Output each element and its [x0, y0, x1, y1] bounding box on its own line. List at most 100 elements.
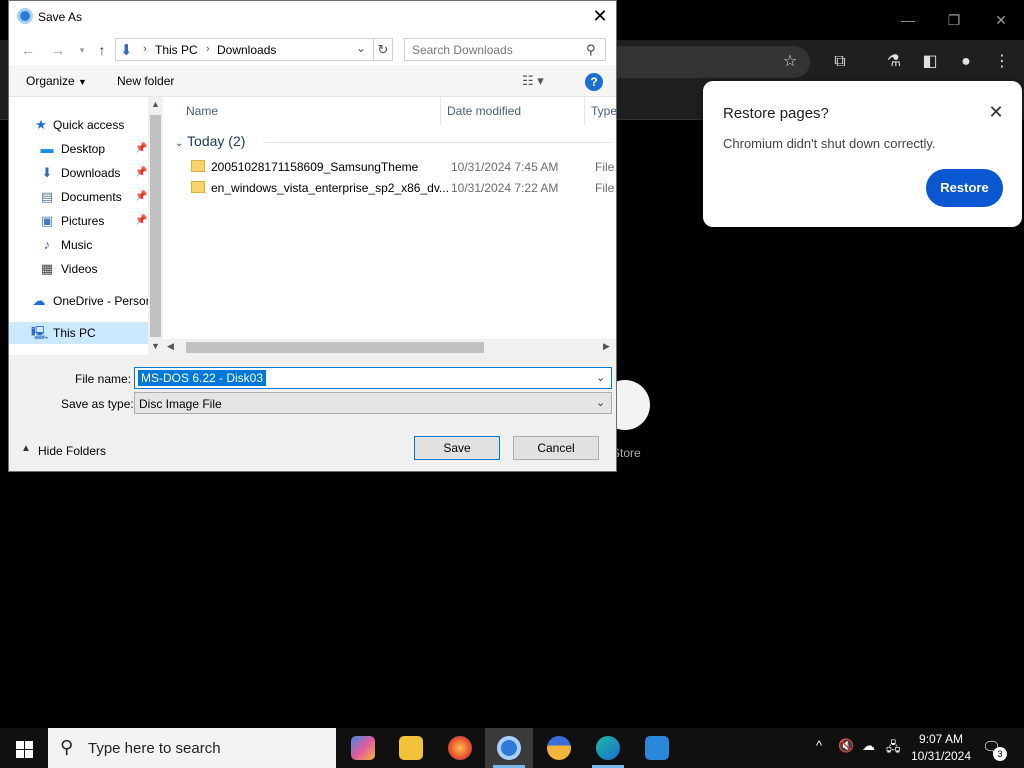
organize-label: Organize — [26, 74, 75, 88]
file-type: File fo — [595, 160, 616, 174]
chevron-right-icon[interactable]: › — [206, 43, 210, 55]
view-options-icon[interactable]: ☷ ▾ — [522, 73, 544, 89]
breadcrumb-downloads[interactable]: Downloads — [217, 43, 276, 57]
pin-icon[interactable]: 📌 — [135, 143, 147, 154]
nav-item-quick-access[interactable]: ★ Quick access — [9, 114, 148, 136]
chevron-up-icon[interactable]: ^ — [816, 738, 822, 753]
file-list-pane: Name Date modified Type ⌄ Today (2) 2005… — [163, 97, 617, 355]
chromium-icon — [17, 8, 33, 24]
file-name-value: MS-DOS 6.22 - Disk03 — [138, 370, 267, 386]
chevron-down-icon[interactable]: ⌄ — [596, 371, 605, 384]
labs-flask-icon[interactable]: ⚗ — [882, 50, 906, 74]
network-icon[interactable]: 🖧 — [886, 738, 901, 760]
nav-item-desktop[interactable]: ▬ Desktop 📌 — [9, 138, 148, 160]
close-icon[interactable]: ✕ — [587, 5, 613, 29]
up-arrow-icon[interactable]: ↑ — [93, 41, 111, 59]
chevron-down-icon[interactable]: ⌄ — [356, 41, 366, 55]
folder-icon — [399, 736, 423, 760]
address-breadcrumb[interactable]: ⬇ › This PC › Downloads ⌄ — [115, 38, 381, 61]
minimize-icon[interactable]: — — [885, 8, 931, 32]
taskbar-search[interactable]: ⚲ Type here to search — [48, 728, 336, 768]
taskbar-app-store[interactable] — [633, 728, 681, 768]
clock-time[interactable]: 9:07 AM — [912, 732, 970, 746]
taskbar-app-firefox[interactable] — [436, 728, 484, 768]
pin-icon[interactable]: 📌 — [135, 215, 147, 226]
column-divider[interactable] — [584, 97, 585, 125]
extensions-icon[interactable]: ⧉ — [828, 50, 852, 74]
search-placeholder: Search Downloads — [412, 43, 513, 57]
save-button[interactable]: Save — [414, 436, 500, 460]
nav-label: Documents — [61, 190, 122, 204]
scroll-left-icon[interactable]: ◀ — [167, 341, 174, 352]
bookmark-star-icon[interactable]: ☆ — [778, 50, 802, 74]
onedrive-cloud-icon[interactable]: ☁ — [862, 738, 875, 754]
chevron-right-icon[interactable]: › — [143, 43, 147, 55]
file-name: en_windows_vista_enterprise_sp2_x86_dv..… — [211, 181, 449, 195]
taskbar-app-chromium[interactable] — [485, 728, 533, 768]
nav-scrollbar[interactable]: ▲ ▼ — [148, 97, 163, 355]
taskbar-app-edge[interactable] — [584, 728, 632, 768]
organize-button[interactable]: Organize ▼ — [26, 74, 87, 88]
scroll-right-icon[interactable]: ▶ — [603, 341, 610, 352]
file-name-input[interactable]: MS-DOS 6.22 - Disk03 ⌄ — [134, 367, 612, 389]
back-arrow-icon[interactable]: ← — [19, 41, 37, 59]
copilot-icon — [351, 736, 375, 760]
nav-item-documents[interactable]: ▤ Documents 📌 — [9, 186, 148, 208]
chromium-icon — [497, 736, 521, 760]
restore-window-icon[interactable]: ❐ — [931, 8, 977, 32]
group-header[interactable]: ⌄ Today (2) — [175, 133, 245, 149]
close-window-icon[interactable]: ✕ — [978, 8, 1024, 32]
nav-item-downloads[interactable]: ⬇ Downloads 📌 — [9, 162, 148, 184]
close-icon[interactable]: ✕ — [985, 101, 1007, 123]
cloud-icon: ☁ — [32, 293, 46, 308]
column-date-modified[interactable]: Date modified — [447, 104, 521, 118]
nav-label: OneDrive - Persor — [53, 294, 150, 308]
save-type-label: Save as type: — [61, 397, 134, 411]
restore-pages-bubble: Restore pages? Chromium didn't shut down… — [703, 81, 1022, 227]
profile-avatar-icon[interactable]: ● — [954, 50, 978, 74]
nav-scroll-thumb[interactable] — [150, 115, 161, 337]
start-button[interactable] — [0, 728, 48, 768]
scroll-up-icon[interactable]: ▲ — [151, 99, 160, 109]
nav-item-videos[interactable]: ▦ Videos — [9, 258, 148, 280]
file-name: 20051028171158609_SamsungTheme — [211, 160, 419, 174]
group-label: Today (2) — [187, 133, 246, 149]
forward-arrow-icon[interactable]: → — [49, 41, 67, 59]
clock-date[interactable]: 10/31/2024 — [909, 749, 973, 763]
restore-button[interactable]: Restore — [926, 169, 1003, 207]
new-folder-button[interactable]: New folder — [117, 74, 174, 88]
save-as-dialog: Save As ✕ ← → ▾ ↑ ⬇ › This PC › Download… — [8, 0, 617, 472]
music-icon: ♪ — [43, 237, 51, 252]
file-row[interactable]: 20051028171158609_SamsungTheme 10/31/202… — [187, 157, 616, 177]
horizontal-scroll-thumb[interactable] — [186, 342, 484, 353]
cancel-button[interactable]: Cancel — [513, 436, 599, 460]
file-row[interactable]: en_windows_vista_enterprise_sp2_x86_dv..… — [187, 178, 616, 198]
nav-item-music[interactable]: ♪ Music — [9, 234, 148, 256]
chevron-down-icon[interactable]: ⌄ — [596, 396, 605, 409]
scroll-down-icon[interactable]: ▼ — [151, 341, 160, 351]
help-icon[interactable]: ? — [585, 73, 603, 91]
pin-icon[interactable]: 📌 — [135, 167, 147, 178]
file-type: File fo — [595, 181, 616, 195]
nav-label: Desktop — [61, 142, 106, 156]
breadcrumb-this-pc[interactable]: This PC — [155, 43, 198, 57]
documents-icon: ▤ — [40, 189, 54, 204]
nav-item-pictures[interactable]: ▣ Pictures 📌 — [9, 210, 148, 232]
side-panel-icon[interactable]: ◧ — [918, 50, 942, 74]
search-input[interactable]: Search Downloads ⚲ — [404, 38, 606, 61]
column-type[interactable]: Type — [591, 104, 617, 118]
nav-item-this-pc[interactable]: 🖳 This PC — [9, 322, 148, 344]
column-name[interactable]: Name — [186, 104, 218, 118]
nav-item-onedrive[interactable]: ☁ OneDrive - Persor — [9, 290, 150, 312]
pin-icon[interactable]: 📌 — [135, 191, 147, 202]
horizontal-scrollbar[interactable]: ◀ ▶ — [163, 339, 616, 355]
taskbar-app-copilot[interactable] — [339, 728, 387, 768]
recent-locations-icon[interactable]: ▾ — [73, 41, 91, 59]
volume-muted-icon[interactable]: 🔇 — [838, 738, 854, 754]
taskbar-app-medal[interactable] — [535, 728, 583, 768]
column-divider[interactable] — [440, 97, 441, 125]
taskbar-app-explorer[interactable] — [387, 728, 435, 768]
menu-dots-icon[interactable]: ⋮ — [990, 50, 1014, 74]
refresh-icon[interactable]: ↻ — [373, 38, 393, 61]
save-type-select[interactable]: Disc Image File ⌄ — [134, 392, 612, 414]
